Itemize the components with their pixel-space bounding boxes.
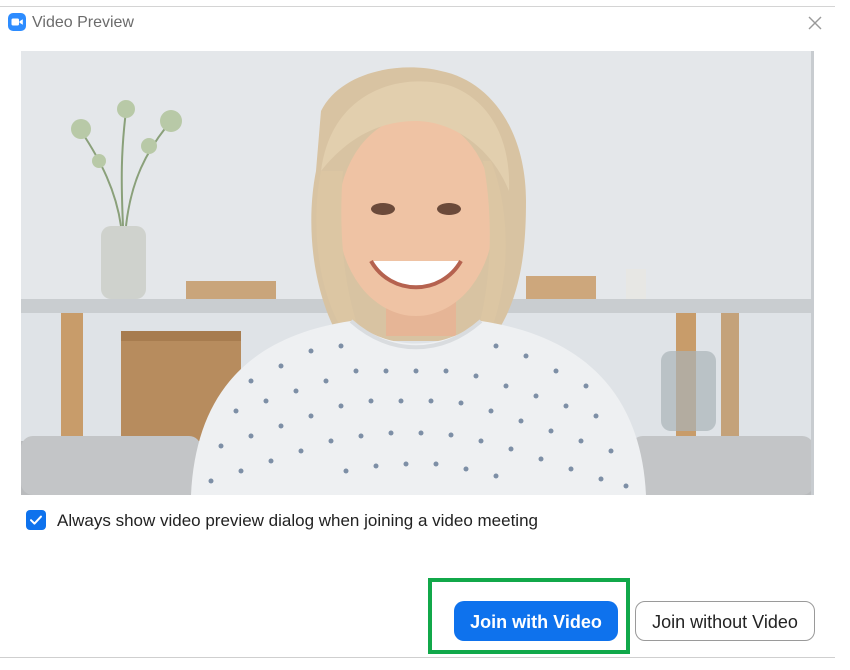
bottom-border	[0, 657, 835, 658]
camera-feed-image	[21, 51, 814, 495]
title-bar: Video Preview	[0, 8, 850, 38]
always-show-preview-option[interactable]: Always show video preview dialog when jo…	[26, 509, 626, 533]
video-preview-area	[21, 51, 814, 495]
always-show-preview-checkbox[interactable]	[26, 510, 46, 530]
always-show-preview-label[interactable]: Always show video preview dialog when jo…	[57, 510, 538, 532]
video-preview-window: Video Preview Always show video preview …	[0, 0, 850, 670]
window-title: Video Preview	[32, 14, 134, 31]
top-border	[0, 6, 835, 7]
close-icon[interactable]	[803, 11, 827, 35]
join-with-video-button[interactable]: Join with Video	[454, 601, 618, 641]
checkmark-icon	[30, 515, 42, 525]
join-without-video-button[interactable]: Join without Video	[635, 601, 815, 641]
zoom-camera-icon	[8, 13, 26, 31]
